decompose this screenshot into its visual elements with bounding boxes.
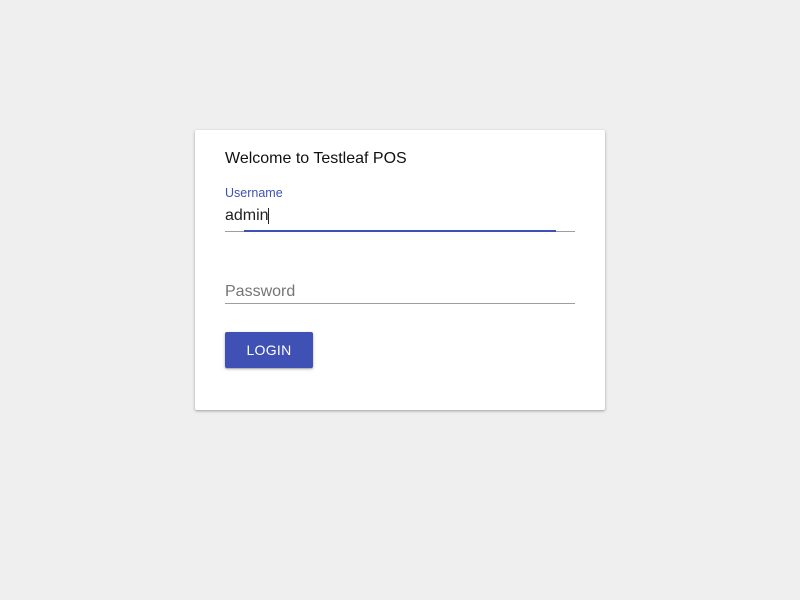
login-button[interactable]: LOGIN	[225, 332, 313, 368]
card-title: Welcome to Testleaf POS	[225, 150, 407, 167]
password-input[interactable]	[225, 282, 575, 302]
text-caret	[268, 208, 269, 224]
password-underline	[225, 303, 575, 304]
username-input[interactable]	[225, 206, 575, 226]
username-field[interactable]: Username	[225, 186, 575, 232]
login-card: Welcome to Testleaf POS Username LOGIN	[195, 130, 605, 410]
username-label: Username	[225, 186, 283, 200]
login-page: Welcome to Testleaf POS Username LOGIN	[0, 0, 800, 600]
username-focus-underline	[244, 230, 556, 232]
password-field[interactable]	[225, 270, 575, 304]
